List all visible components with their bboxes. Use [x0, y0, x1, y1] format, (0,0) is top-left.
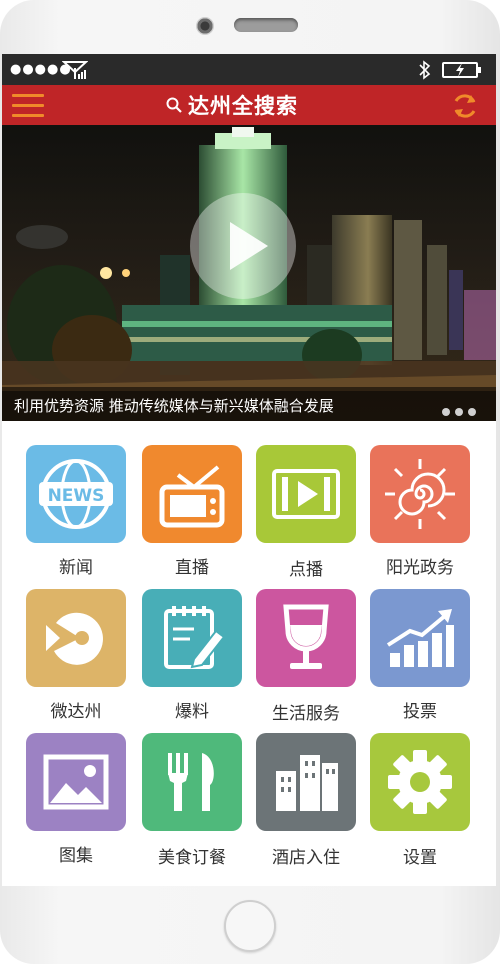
- header-title-group: 达州全搜索: [166, 91, 298, 119]
- settings-tile[interactable]: [370, 733, 470, 831]
- earpiece-speaker: [234, 18, 298, 32]
- bluetooth-icon: [419, 60, 431, 80]
- life-services-tile[interactable]: [256, 589, 356, 687]
- gov-affairs-tile[interactable]: [370, 445, 470, 543]
- wifi-signal-icon: [62, 61, 88, 79]
- svg-text:NEWS: NEWS: [48, 486, 105, 506]
- report-label: 爆料: [175, 702, 209, 722]
- screen: ●●●●● 达州全搜索 利用优势资源 推动传统媒体与新兴媒体融合发展 NEWS …: [2, 54, 496, 886]
- banner-carousel[interactable]: 利用优势资源 推动传统媒体与新兴媒体融合发展: [2, 125, 496, 421]
- banner-caption-bar: 利用优势资源 推动传统媒体与新兴媒体融合发展: [2, 387, 496, 421]
- news-label: 新闻: [59, 558, 93, 578]
- carousel-pager[interactable]: [442, 401, 481, 420]
- picture-icon: [43, 754, 109, 810]
- hotel-label: 酒店入住: [272, 848, 340, 868]
- bar-chart-arrow-icon: [386, 609, 454, 667]
- film-play-icon: [272, 469, 340, 519]
- menu-icon[interactable]: [12, 94, 44, 118]
- vote-label: 投票: [403, 702, 437, 722]
- buildings-icon: [276, 755, 338, 811]
- phone-frame: ●●●●● 达州全搜索 利用优势资源 推动传统媒体与新兴媒体融合发展 NEWS …: [0, 0, 500, 964]
- gov-affairs-label: 阳光政务: [386, 558, 454, 578]
- page-title: 达州全搜索: [188, 94, 298, 118]
- status-bar: ●●●●●: [2, 54, 496, 85]
- app-header: 达州全搜索: [2, 85, 496, 125]
- settings-label: 设置: [403, 848, 437, 868]
- food-order-tile[interactable]: [142, 733, 242, 831]
- gear-icon: [388, 750, 452, 814]
- gallery-label: 图集: [59, 846, 93, 866]
- hotel-tile[interactable]: [256, 733, 356, 831]
- sun-swirl-icon: [385, 459, 455, 529]
- food-order-label: 美食订餐: [158, 848, 226, 868]
- report-tile[interactable]: [142, 589, 242, 687]
- fork-knife-icon: [168, 753, 214, 811]
- tv-icon: [159, 465, 225, 528]
- function-grid: NEWS 新闻 直播 点播 阳光政务 微达州 爆料 生活服务 投票 图集 美食订…: [2, 421, 496, 886]
- news-tile[interactable]: NEWS: [26, 445, 126, 543]
- front-camera: [196, 17, 214, 35]
- news-globe-icon: NEWS: [39, 459, 113, 529]
- notepad-pencil-icon: [164, 606, 226, 669]
- pacman-icon: [46, 612, 103, 665]
- vote-tile[interactable]: [370, 589, 470, 687]
- weidazhou-label: 微达州: [50, 702, 102, 722]
- search-icon[interactable]: [166, 97, 182, 113]
- vod-label: 点播: [289, 560, 323, 580]
- banner-caption: 利用优势资源 推动传统媒体与新兴媒体融合发展: [14, 397, 334, 415]
- home-button[interactable]: [224, 900, 276, 952]
- live-label: 直播: [175, 558, 209, 578]
- vod-tile[interactable]: [256, 445, 356, 543]
- wine-glass-icon: [283, 604, 329, 669]
- gallery-tile[interactable]: [26, 733, 126, 831]
- life-services-label: 生活服务: [272, 704, 340, 724]
- weidazhou-tile[interactable]: [26, 589, 126, 687]
- battery-icon: [442, 62, 481, 78]
- live-tile[interactable]: [142, 445, 242, 543]
- play-video-button[interactable]: [190, 193, 296, 299]
- refresh-icon[interactable]: [450, 91, 480, 121]
